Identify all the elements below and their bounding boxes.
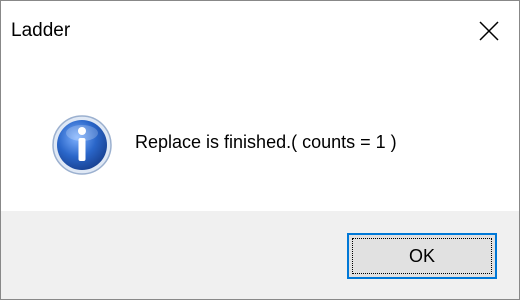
message-text: Replace is finished.( counts = 1 ) [135, 132, 397, 152]
title-bar[interactable]: Ladder [1, 1, 519, 61]
button-bar: OK [1, 211, 519, 299]
ok-button[interactable]: OK [347, 233, 497, 279]
window-title: Ladder [11, 20, 71, 41]
message-dialog: Ladder Replace is finished.( counts = 1 … [0, 0, 520, 300]
info-icon [52, 115, 112, 175]
dialog-content: Replace is finished.( counts = 1 ) [1, 61, 519, 211]
close-button[interactable] [459, 1, 519, 61]
ok-button-label: OK [352, 238, 492, 274]
close-icon [479, 21, 499, 41]
